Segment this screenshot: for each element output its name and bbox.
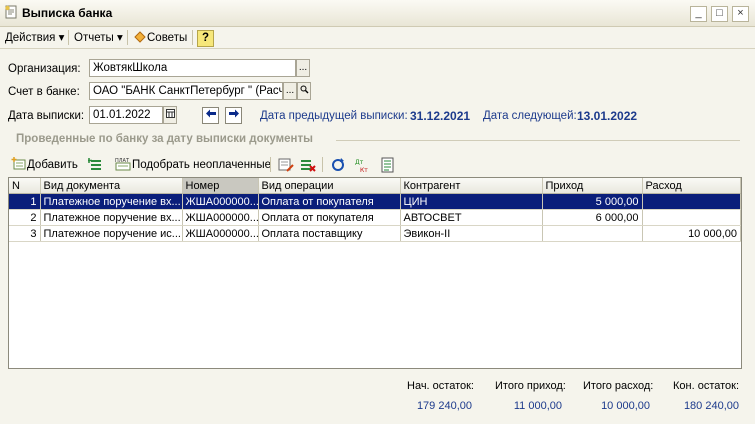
documents-table[interactable]: N Вид документа Номер Вид операции Контр… bbox=[8, 177, 742, 369]
pick-unpaid-button[interactable]: ПЛАТ Подобрать неоплаченные bbox=[114, 157, 271, 173]
delete-row-icon[interactable] bbox=[300, 157, 316, 173]
column-header-expense[interactable]: Расход bbox=[642, 178, 741, 194]
total-expense-label: Итого расход: bbox=[583, 380, 654, 392]
documents-group-title: Проведенные по банку за дату выписки док… bbox=[16, 133, 313, 145]
prev-statement-button[interactable] bbox=[202, 107, 219, 124]
bank-statement-window: Выписка банка _ □ × Действия ▾ Отчеты ▾ … bbox=[0, 0, 755, 424]
account-select-button[interactable]: ... bbox=[283, 82, 297, 100]
row-income: 6 000,00 bbox=[542, 209, 643, 226]
total-income-label: Итого приход: bbox=[495, 380, 566, 392]
add-button[interactable]: Добавить bbox=[11, 157, 78, 173]
column-header-number[interactable]: Номер bbox=[182, 178, 259, 194]
start-balance-label: Нач. остаток: bbox=[407, 380, 474, 392]
prev-date-value: 31.12.2021 bbox=[410, 109, 471, 123]
column-header-doc-type[interactable]: Вид документа bbox=[40, 178, 183, 194]
date-field[interactable]: 01.01.2022 bbox=[89, 106, 163, 124]
actions-menu[interactable]: Действия ▾ bbox=[5, 30, 64, 46]
table-header-row: N Вид документа Номер Вид операции Контр… bbox=[9, 178, 741, 194]
advice-button[interactable]: Советы bbox=[133, 30, 187, 46]
arrow-right-icon bbox=[228, 109, 239, 118]
row-operation: Оплата поставщику bbox=[258, 225, 401, 242]
account-field[interactable]: ОАО "БАНК СанктПетербург " (Расче bbox=[89, 82, 283, 100]
row-income: 5 000,00 bbox=[542, 193, 643, 210]
row-doc-type: Платежное поручение ис... bbox=[40, 225, 183, 242]
calendar-button[interactable] bbox=[163, 106, 177, 124]
org-field[interactable]: ЖовтякШкола bbox=[89, 59, 296, 77]
org-label: Организация: bbox=[8, 63, 81, 75]
row-number: ЖША000000... bbox=[182, 209, 259, 226]
row-counterparty: Эвикон-II bbox=[400, 225, 543, 242]
maximize-button[interactable]: □ bbox=[711, 6, 728, 22]
row-n: 2 bbox=[9, 209, 41, 226]
row-income bbox=[542, 225, 643, 242]
document-icon bbox=[5, 5, 17, 19]
search-icon bbox=[300, 85, 308, 94]
minimize-button[interactable]: _ bbox=[690, 6, 707, 22]
row-expense bbox=[642, 193, 741, 210]
title-bar: Выписка банка _ □ × bbox=[0, 0, 755, 27]
main-toolbar: Действия ▾ Отчеты ▾ Советы ? bbox=[0, 27, 755, 49]
group-divider bbox=[336, 140, 740, 141]
org-select-button[interactable]: ... bbox=[296, 59, 310, 77]
row-number: ЖША000000... bbox=[182, 193, 259, 210]
date-label: Дата выписки: bbox=[8, 110, 85, 122]
row-counterparty: ЦИН bbox=[400, 193, 543, 210]
advice-icon bbox=[134, 31, 146, 43]
row-doc-type: Платежное поручение вх... bbox=[40, 193, 183, 210]
table-toolbar: Добавить ПЛАТ Подобрать неоплаченные Дт К… bbox=[0, 154, 755, 176]
reports-menu[interactable]: Отчеты ▾ bbox=[74, 30, 123, 46]
table-row[interactable]: 1 Платежное поручение вх... ЖША000000...… bbox=[9, 193, 741, 210]
row-counterparty: АВТОСВЕТ bbox=[400, 209, 543, 226]
account-label: Счет в банке: bbox=[8, 86, 80, 98]
add-icon bbox=[11, 157, 26, 170]
refresh-icon[interactable] bbox=[330, 157, 346, 173]
row-operation: Оплата от покупателя bbox=[258, 209, 401, 226]
row-n: 3 bbox=[9, 225, 41, 242]
total-expense-value: 10 000,00 bbox=[601, 400, 650, 412]
edit-row-icon[interactable] bbox=[278, 157, 294, 173]
row-number: ЖША000000... bbox=[182, 225, 259, 242]
column-header-income[interactable]: Приход bbox=[542, 178, 643, 194]
account-search-button[interactable] bbox=[297, 82, 311, 100]
svg-text:Кт: Кт bbox=[360, 167, 368, 173]
column-header-n[interactable]: N bbox=[9, 178, 41, 194]
window-title: Выписка банка bbox=[22, 6, 113, 20]
end-balance-label: Кон. остаток: bbox=[673, 380, 740, 392]
column-header-counterparty[interactable]: Контрагент bbox=[400, 178, 543, 194]
arrow-left-icon bbox=[205, 109, 216, 118]
end-balance-value: 180 240,00 bbox=[683, 400, 739, 412]
calendar-icon bbox=[165, 109, 175, 118]
row-expense bbox=[642, 209, 741, 226]
total-income-value: 11 000,00 bbox=[513, 400, 562, 412]
start-balance-value: 179 240,00 bbox=[416, 400, 472, 412]
table-row[interactable]: 2 Платежное поручение вх... ЖША000000...… bbox=[9, 209, 741, 226]
dt-kt-icon[interactable]: ДтКт bbox=[354, 157, 370, 173]
row-doc-type: Платежное поручение вх... bbox=[40, 209, 183, 226]
prev-date-label: Дата предыдущей выписки: bbox=[260, 110, 408, 122]
pick-icon: ПЛАТ bbox=[115, 158, 131, 171]
report-icon[interactable] bbox=[380, 157, 396, 173]
next-date-value: 13.01.2022 bbox=[577, 109, 638, 123]
svg-text:Дт: Дт bbox=[355, 159, 364, 166]
copy-row-icon[interactable] bbox=[88, 157, 104, 173]
row-n: 1 bbox=[9, 193, 41, 210]
row-expense: 10 000,00 bbox=[642, 225, 741, 242]
help-button[interactable]: ? bbox=[197, 30, 214, 47]
next-date-label: Дата следующей: bbox=[483, 110, 577, 122]
column-header-operation[interactable]: Вид операции bbox=[258, 178, 401, 194]
svg-text:ПЛАТ: ПЛАТ bbox=[115, 158, 130, 164]
next-statement-button[interactable] bbox=[225, 107, 242, 124]
close-button[interactable]: × bbox=[732, 6, 749, 22]
table-row[interactable]: 3 Платежное поручение ис... ЖША000000...… bbox=[9, 225, 741, 242]
row-operation: Оплата от покупателя bbox=[258, 193, 401, 210]
